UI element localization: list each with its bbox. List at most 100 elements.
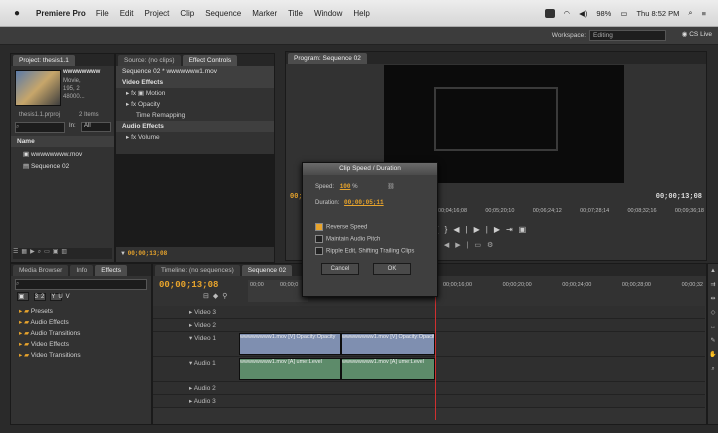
name-column-header[interactable]: Name: [11, 136, 114, 147]
status-app-icon[interactable]: [544, 8, 555, 18]
razor-tool-icon[interactable]: ◇: [708, 306, 718, 320]
link-chain-icon[interactable]: ⛓: [387, 184, 395, 190]
zoom-tool-icon[interactable]: ⌕: [708, 362, 718, 376]
tab-info[interactable]: Info: [70, 265, 94, 276]
menu-clip[interactable]: Clip: [180, 9, 194, 18]
safe-margins-icon[interactable]: ▭: [474, 242, 487, 249]
pen-tool-icon[interactable]: ✎: [708, 334, 718, 348]
lift-icon[interactable]: ⇥: [506, 225, 519, 234]
volume-icon[interactable]: ◀): [579, 9, 587, 18]
timeline-timecode[interactable]: 00;00;13;08: [159, 280, 218, 290]
effect-opacity[interactable]: ▸ fx Opacity: [116, 99, 274, 110]
audio-effects-header[interactable]: Audio Effects: [116, 121, 274, 132]
folder-audio-effects[interactable]: ▸ ▰ Audio Effects: [13, 317, 149, 328]
snap-icon[interactable]: ⊟: [203, 293, 213, 300]
video-clip-1[interactable]: wwwwwwww1.mov [V] Opacity:Opacity: [239, 333, 341, 355]
accelerated-effects-icon[interactable]: ▣: [17, 292, 29, 301]
speed-value[interactable]: 100: [340, 183, 351, 190]
track-video-3[interactable]: ▸ Video 3: [153, 306, 705, 319]
spotlight-icon[interactable]: ⌕: [688, 8, 692, 18]
icon-view-icon[interactable]: ▦: [21, 249, 30, 255]
folder-video-effects[interactable]: ▸ ▰ Video Effects: [13, 339, 149, 350]
slip-tool-icon[interactable]: ↔: [708, 320, 718, 334]
cancel-button[interactable]: Cancel: [321, 263, 359, 275]
track-audio-3[interactable]: ▸ Audio 3: [153, 395, 705, 408]
effect-motion[interactable]: ▸ fx ▣ Motion: [116, 88, 274, 99]
wifi-icon[interactable]: ◠: [564, 9, 571, 18]
link-icon[interactable]: ⚲: [222, 293, 231, 300]
workspace-selector[interactable]: Workspace: Editing: [552, 30, 666, 41]
hand-tool-icon[interactable]: ✋: [708, 348, 718, 362]
reverse-speed-checkbox[interactable]: Reverse Speed: [315, 223, 367, 231]
tab-sequence-02[interactable]: Sequence 02: [241, 265, 293, 276]
32bit-effects-icon[interactable]: 32: [33, 293, 46, 301]
battery-icon[interactable]: ▭: [620, 9, 627, 18]
track-video-1-name: Video 1: [194, 335, 217, 342]
timeline-ruler-left[interactable]: 00;00 00;00;0: [248, 280, 308, 302]
track-video-2-name: Video 2: [194, 322, 217, 329]
tab-media-browser[interactable]: Media Browser: [13, 265, 69, 276]
selection-tool-icon[interactable]: ▲: [708, 264, 718, 278]
folder-presets[interactable]: ▸ ▰ Presets: [13, 306, 149, 317]
folder-audio-transitions[interactable]: ▸ ▰ Audio Transitions: [13, 328, 149, 339]
clock-label[interactable]: Thu 8:52 PM: [636, 9, 679, 18]
app-name-menu[interactable]: Premiere Pro: [36, 9, 86, 18]
ok-button[interactable]: OK: [373, 263, 411, 275]
menu-sequence[interactable]: Sequence: [205, 9, 241, 18]
duration-value[interactable]: 00;00;05;11: [344, 199, 384, 206]
track-select-tool-icon[interactable]: ⇉: [708, 278, 718, 292]
ripple-edit-checkbox[interactable]: Ripple Edit, Shifting Trailing Clips: [315, 247, 414, 255]
audio-clip-1[interactable]: wwwwwwww1.mov [A] ume:Level: [239, 358, 341, 380]
audio-clip-2[interactable]: wwwwwwww1.mov [A] ume:Level: [341, 358, 435, 380]
tab-timeline-empty[interactable]: Timeline: (no sequences): [155, 265, 240, 276]
tab-effect-controls[interactable]: Effect Controls: [182, 55, 238, 66]
project-item-clip[interactable]: ▣ wwwwwwww.mov: [17, 149, 113, 160]
notification-icon[interactable]: ≡: [702, 9, 706, 18]
menu-project[interactable]: Project: [145, 9, 170, 18]
workspace-dropdown[interactable]: Editing: [589, 30, 666, 41]
trash-icon[interactable]: ▥: [61, 249, 70, 255]
project-item-sequence[interactable]: ▤ Sequence 02: [17, 161, 113, 172]
folder-video-transitions[interactable]: ▸ ▰ Video Transitions: [13, 350, 149, 361]
step-back-icon[interactable]: ◀|: [453, 225, 473, 234]
export-frame-icon[interactable]: ▣: [519, 225, 533, 234]
ripple-edit-tool-icon[interactable]: ⇹: [708, 292, 718, 306]
marker-icon[interactable]: ◆: [213, 293, 222, 300]
battery-label[interactable]: 98%: [596, 9, 611, 18]
menu-title[interactable]: Title: [288, 9, 303, 18]
video-effects-header[interactable]: Video Effects: [116, 77, 274, 88]
go-out-icon[interactable]: ▶|: [455, 242, 474, 249]
tab-project[interactable]: Project: thesis1.1: [13, 55, 75, 66]
menu-window[interactable]: Window: [314, 9, 342, 18]
effect-volume[interactable]: ▸ fx Volume: [116, 132, 274, 143]
tab-program[interactable]: Program: Sequence 02: [288, 53, 367, 64]
go-in-icon[interactable]: |◀: [436, 242, 455, 249]
menu-file[interactable]: File: [96, 9, 109, 18]
tab-effects[interactable]: Effects: [95, 265, 127, 276]
program-time-ruler[interactable]: 00;04;16;08 00;05;20;10 00;06;24;12 00;0…: [438, 208, 704, 214]
track-video-2[interactable]: ▸ Video 2: [153, 319, 705, 332]
project-search-input[interactable]: ⌕: [15, 122, 65, 133]
menu-edit[interactable]: Edit: [120, 9, 134, 18]
effect-time-remapping[interactable]: Time Remapping: [116, 110, 274, 121]
track-audio-1[interactable]: ▾ Audio 1 wwwwwwww1.mov [A] ume:Level ww…: [153, 357, 705, 382]
menu-marker[interactable]: Marker: [252, 9, 277, 18]
in-dropdown[interactable]: All: [81, 122, 111, 132]
timeline-ruler-right[interactable]: 00;00;16;00 00;00;20;00 00;00;24;00 00;0…: [443, 282, 703, 288]
track-video-1[interactable]: ▾ Video 1 wwwwwwww1.mov [V] Opacity:Opac…: [153, 332, 705, 357]
settings-icon[interactable]: ⚙: [487, 242, 499, 249]
new-bin-icon[interactable]: ▭: [44, 249, 53, 255]
play-icon[interactable]: ▶: [474, 225, 486, 234]
video-clip-2[interactable]: wwwwwwww1.mov [V] Opacity:Opacity: [341, 333, 435, 355]
maintain-pitch-checkbox[interactable]: Maintain Audio Pitch: [315, 235, 380, 243]
yuv-effects-icon[interactable]: YUV: [50, 293, 70, 301]
step-forward-icon[interactable]: |▶: [486, 225, 506, 234]
playhead-line[interactable]: [435, 276, 436, 420]
tab-source[interactable]: Source: (no clips): [118, 55, 181, 66]
effects-search-input[interactable]: ⌕: [15, 279, 147, 290]
cs-live-button[interactable]: ◉ CS Live: [682, 30, 712, 38]
apple-icon[interactable]: ●: [14, 8, 26, 19]
track-audio-2[interactable]: ▸ Audio 2: [153, 382, 705, 395]
menu-help[interactable]: Help: [353, 9, 369, 18]
automate-icon[interactable]: ▶: [30, 249, 38, 255]
